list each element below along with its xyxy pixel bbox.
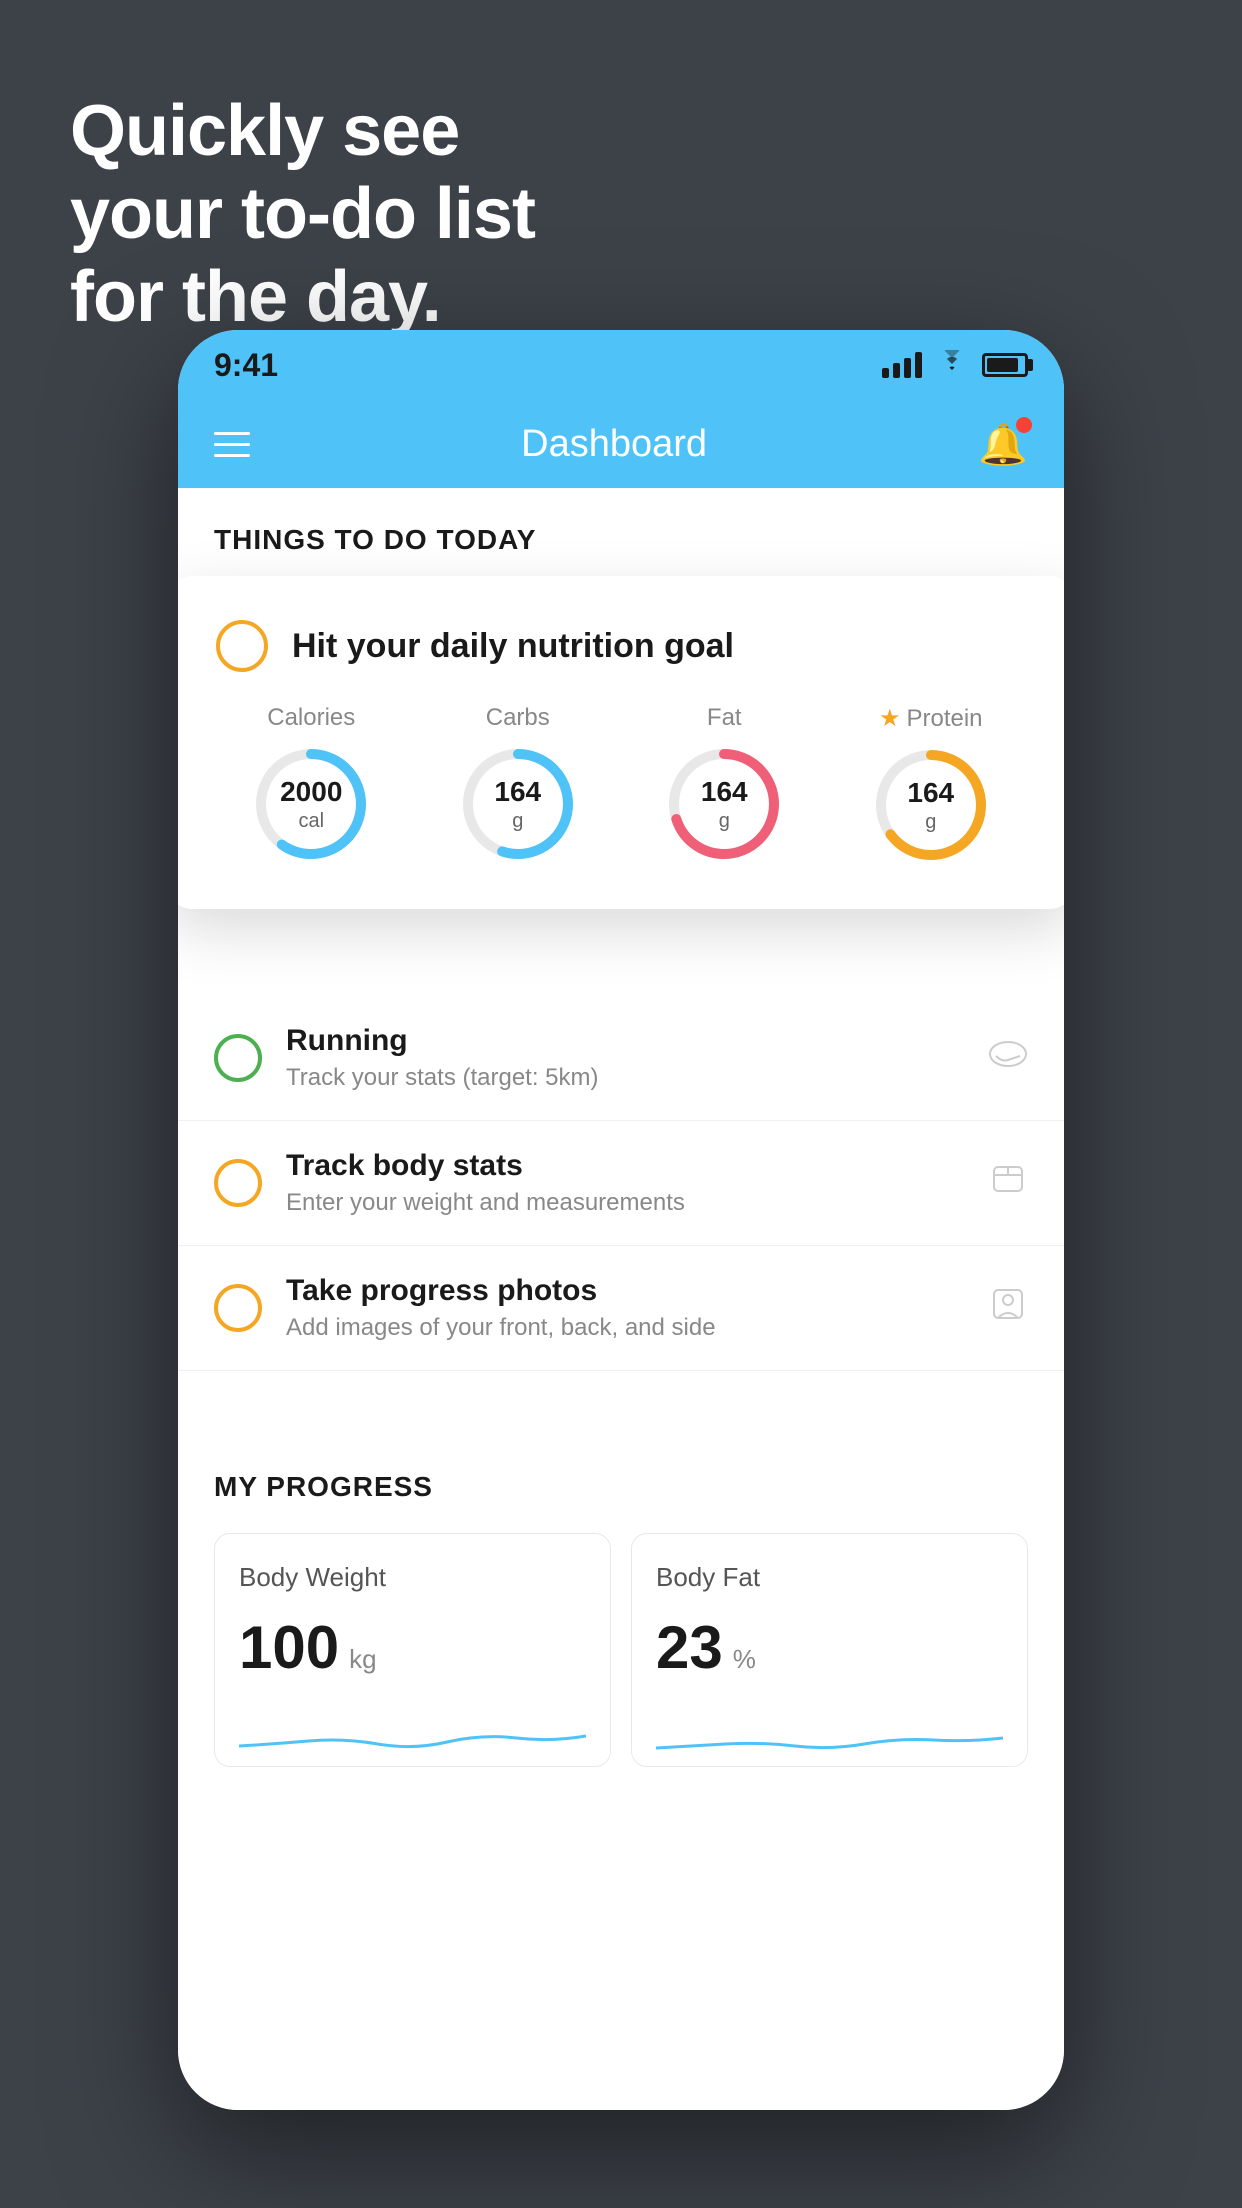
list-item[interactable]: Running Track your stats (target: 5km)	[178, 996, 1064, 1121]
fat-ring: 164 g	[664, 744, 784, 864]
nutrition-card: Hit your daily nutrition goal Calories 2…	[178, 576, 1064, 909]
list-item[interactable]: Track body stats Enter your weight and m…	[178, 1121, 1064, 1246]
phone-mockup: 9:41 Dashboard 🔔	[178, 330, 1064, 2110]
card-title: Hit your daily nutrition goal	[292, 627, 734, 666]
body-fat-chart	[656, 1706, 1003, 1766]
todo-circle-photos	[214, 1284, 262, 1332]
todo-text-running: Running Track your stats (target: 5km)	[286, 1024, 964, 1092]
body-fat-title: Body Fat	[656, 1562, 1003, 1593]
body-weight-title: Body Weight	[239, 1562, 586, 1593]
progress-section: MY PROGRESS Body Weight 100 kg	[178, 1431, 1064, 1807]
carbs-unit: g	[494, 809, 541, 833]
hero-text: Quickly see your to-do list for the day.	[70, 90, 535, 338]
hero-line1: Quickly see	[70, 90, 535, 173]
notification-button[interactable]: 🔔	[978, 421, 1028, 468]
protein-ring: 164 g	[871, 745, 991, 865]
todo-subtitle-stats: Enter your weight and measurements	[286, 1189, 964, 1217]
calories-ring: 2000 cal	[251, 744, 371, 864]
card-title-row: Hit your daily nutrition goal	[216, 620, 1026, 672]
carbs-label: Carbs	[486, 704, 550, 732]
status-bar: 9:41	[178, 330, 1064, 400]
body-weight-value: 100	[239, 1613, 339, 1682]
calories-value: 2000	[280, 775, 342, 809]
body-weight-unit: kg	[349, 1644, 376, 1675]
running-icon	[988, 1034, 1028, 1083]
section-header-todo: THINGS TO DO TODAY	[178, 488, 1064, 576]
fat-label: Fat	[707, 704, 742, 732]
calories-label: Calories	[267, 704, 355, 732]
progress-cards: Body Weight 100 kg Body Fat	[214, 1533, 1028, 1767]
todo-title-running: Running	[286, 1024, 964, 1058]
protein-unit: g	[907, 810, 954, 834]
todo-circle-stats	[214, 1159, 262, 1207]
body-fat-unit: %	[733, 1644, 756, 1675]
carbs-ring: 164 g	[458, 744, 578, 864]
progress-header: MY PROGRESS	[214, 1471, 1028, 1503]
card-checkbox[interactable]	[216, 620, 268, 672]
star-icon: ★	[879, 704, 901, 733]
todo-text-stats: Track body stats Enter your weight and m…	[286, 1149, 964, 1217]
nutrition-item-fat: Fat 164 g	[664, 704, 784, 864]
carbs-value: 164	[494, 775, 541, 809]
protein-value: 164	[907, 776, 954, 810]
phone-screen: THINGS TO DO TODAY Running Track your st…	[178, 488, 1064, 2110]
nav-bar: Dashboard 🔔	[178, 400, 1064, 488]
protein-label: ★ Protein	[879, 704, 983, 733]
body-fat-value: 23	[656, 1613, 723, 1682]
body-fat-card[interactable]: Body Fat 23 %	[631, 1533, 1028, 1767]
scale-icon	[988, 1159, 1028, 1208]
nutrition-row: Calories 2000 cal Carbs	[216, 704, 1026, 865]
person-icon	[988, 1284, 1028, 1333]
todo-text-photos: Take progress photos Add images of your …	[286, 1274, 964, 1342]
list-item[interactable]: Take progress photos Add images of your …	[178, 1246, 1064, 1371]
nav-title: Dashboard	[521, 423, 707, 466]
nutrition-item-carbs: Carbs 164 g	[458, 704, 578, 864]
status-time: 9:41	[214, 347, 278, 384]
menu-button[interactable]	[214, 432, 250, 457]
status-icons	[882, 349, 1028, 381]
fat-unit: g	[701, 809, 748, 833]
body-weight-value-row: 100 kg	[239, 1613, 586, 1682]
todo-title-photos: Take progress photos	[286, 1274, 964, 1308]
battery-icon	[982, 353, 1028, 377]
wifi-icon	[936, 349, 968, 381]
todo-circle-running	[214, 1034, 262, 1082]
hero-line2: your to-do list	[70, 173, 535, 256]
nutrition-item-protein: ★ Protein 164 g	[871, 704, 991, 865]
nutrition-item-calories: Calories 2000 cal	[251, 704, 371, 864]
calories-unit: cal	[280, 809, 342, 833]
todo-title-stats: Track body stats	[286, 1149, 964, 1183]
body-fat-value-row: 23 %	[656, 1613, 1003, 1682]
fat-value: 164	[701, 775, 748, 809]
notification-badge	[1016, 417, 1032, 433]
body-weight-chart	[239, 1706, 586, 1766]
signal-icon	[882, 352, 922, 378]
body-weight-card[interactable]: Body Weight 100 kg	[214, 1533, 611, 1767]
hero-line3: for the day.	[70, 256, 535, 339]
todo-subtitle-photos: Add images of your front, back, and side	[286, 1314, 964, 1342]
todo-subtitle-running: Track your stats (target: 5km)	[286, 1064, 964, 1092]
